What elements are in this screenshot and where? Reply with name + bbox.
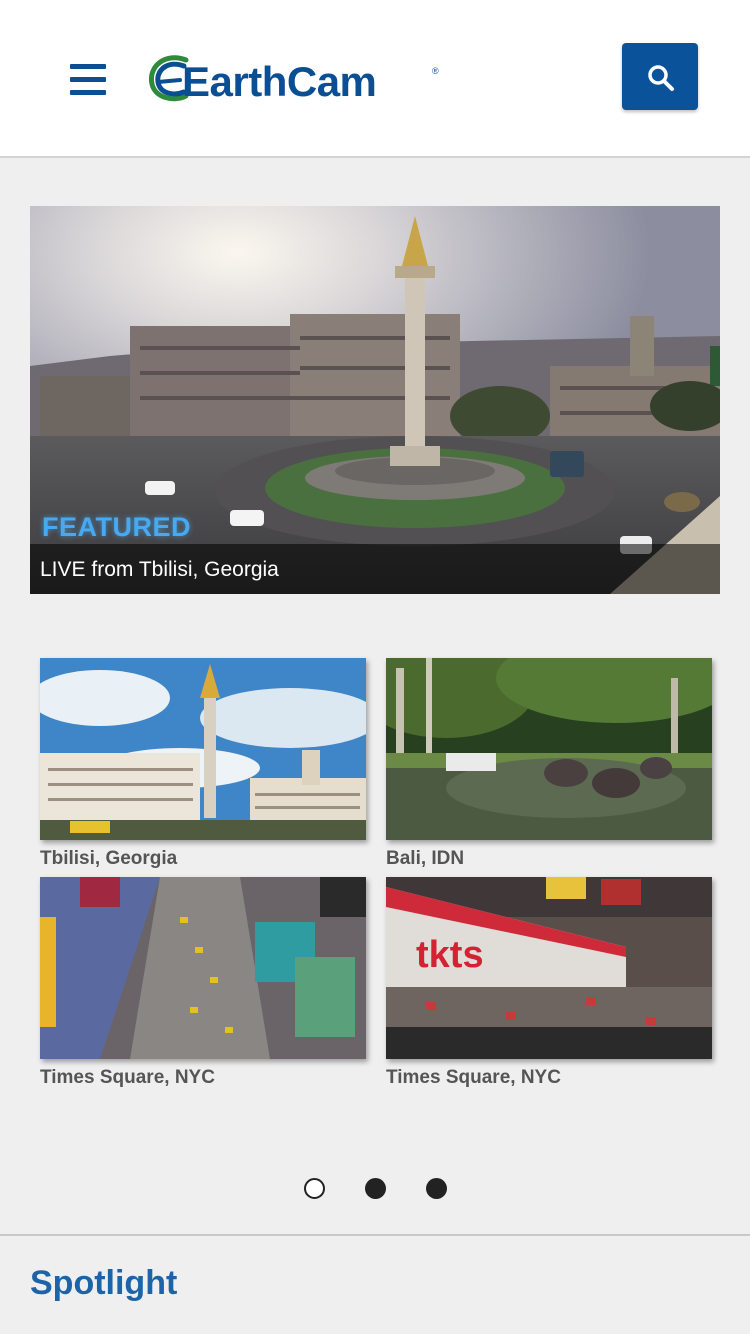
times-square-tkts-thumbnail-image: tkts: [386, 877, 712, 1059]
app-header: EarthCam ®: [0, 0, 750, 158]
featured-camera-card[interactable]: FEATURED LIVE from Tbilisi, Georgia: [30, 206, 720, 594]
menu-bar: [70, 64, 106, 69]
carousel-dot[interactable]: [365, 1178, 386, 1199]
registered-mark: ®: [432, 66, 439, 76]
menu-bar: [70, 90, 106, 95]
tile-label: Times Square, NYC: [40, 1067, 215, 1088]
camera-tile-bali[interactable]: Bali, IDN: [386, 658, 712, 869]
tile-label: Tbilisi, Georgia: [40, 848, 178, 869]
featured-caption-bar: LIVE from Tbilisi, Georgia: [30, 544, 720, 594]
camera-thumbnail: [40, 658, 366, 840]
tile-label: Times Square, NYC: [386, 1067, 561, 1088]
camera-tile-times-square-1[interactable]: Times Square, NYC: [40, 877, 366, 1088]
earthcam-logo[interactable]: EarthCam ®: [146, 52, 446, 106]
camera-tile-tbilisi[interactable]: Tbilisi, Georgia: [40, 658, 366, 869]
carousel-dot-active[interactable]: [304, 1178, 325, 1199]
search-button[interactable]: [622, 43, 698, 110]
menu-bar: [70, 77, 106, 82]
tile-label: Bali, IDN: [386, 848, 465, 869]
logo-text: EarthCam: [182, 58, 377, 105]
featured-caption: LIVE from Tbilisi, Georgia: [40, 558, 279, 581]
hamburger-menu-icon[interactable]: [70, 64, 106, 96]
bali-thumbnail-image: [386, 658, 712, 840]
svg-text:tkts: tkts: [416, 934, 484, 976]
camera-tile-times-square-2[interactable]: tkts Times Square, NYC: [386, 877, 712, 1088]
tbilisi-thumbnail-image: [40, 658, 366, 840]
section-divider: [0, 1234, 750, 1236]
times-square-thumbnail-image: [40, 877, 366, 1059]
camera-thumbnail: [40, 877, 366, 1059]
featured-tag: FEATURED: [42, 512, 191, 542]
spotlight-heading: Spotlight: [30, 1264, 178, 1302]
camera-thumbnail: tkts: [386, 877, 712, 1059]
search-icon: [648, 65, 674, 91]
camera-thumbnail: [386, 658, 712, 840]
carousel-dot[interactable]: [426, 1178, 447, 1199]
carousel-pagination: [300, 1178, 460, 1202]
